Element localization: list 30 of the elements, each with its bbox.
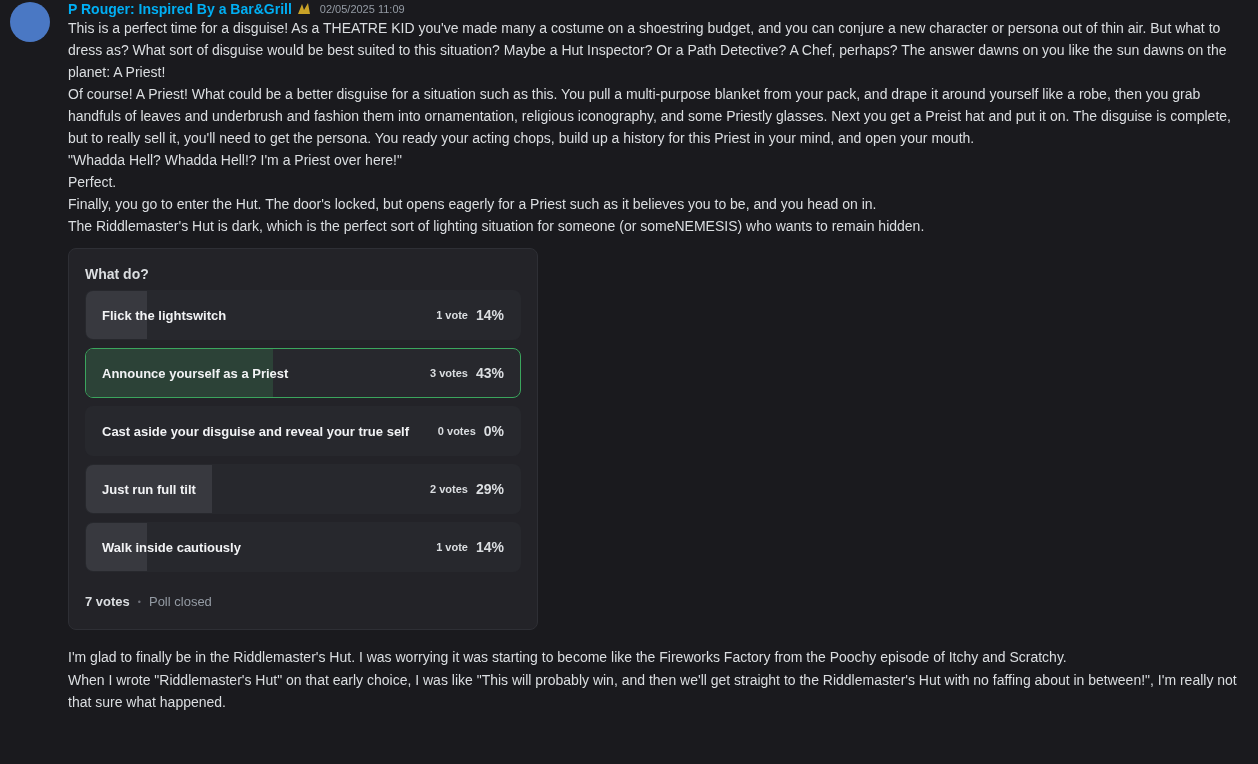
message-text: Perfect.: [68, 173, 118, 192]
vote-percent: 14%: [475, 539, 504, 555]
author-name[interactable]: P Rouger: Inspired By a Bar&Grill: [68, 1, 292, 17]
message-text: Finally, you go to enter the Hut. The door's locked, but opens eagerly for a Priest such as it believes you to be, and you head on in.: [68, 195, 878, 214]
option-label: Announce yourself as a Priest: [102, 365, 290, 381]
separator-dot: •: [137, 596, 141, 607]
option-label: Flick the lightswitch: [102, 307, 228, 323]
poll-status: Poll closed: [148, 594, 212, 609]
vote-percent: 29%: [475, 481, 504, 497]
vote-count: 3 votes: [430, 367, 468, 379]
vote-count: 1 vote: [436, 309, 468, 321]
timestamp: 02/05/2025 11:09: [319, 3, 405, 15]
message-text: This is a perfect time for a disguise! As a THEATRE KID you've made many a costume on a shoestring budget, and you can conjure a new character or persona out of thin air. But what to dress as? What sort of disguise would be best suited to this situation? Maybe a Hut Inspector? Or a Path Detective? A Chef, perhaps? The answer dawns on you like the sun dawns on the planet: A Priest!: [68, 19, 1228, 82]
total-votes: 7 votes: [85, 594, 130, 609]
avatar[interactable]: [10, 2, 50, 42]
poll-question: What do?: [85, 266, 150, 282]
vote-count: 0 votes: [437, 425, 476, 437]
message-text: The Riddlemaster's Hut is dark, which is the perfect sort of lighting situation for someone (or someNEMESIS) who wants to remain hidden.: [68, 217, 926, 236]
vote-count: 2 votes: [430, 483, 468, 495]
vote-percent: 0%: [483, 423, 504, 439]
option-label: Just run full tilt: [102, 481, 197, 497]
option-label: Cast aside your disguise and reveal your true self: [102, 423, 411, 439]
vote-count: 1 vote: [436, 541, 468, 553]
message-text: Of course! A Priest! What could be a better disguise for a situation such as this. You pull a multi-purpose blanket from your pack, and drape it around yourself like a robe, then you grab handfuls of leaves and underbrush and fashion them into ornamentation, religious iconography, and some Priestly glasses. Next you get a Preist hat and put it on. The disguise is complete, but to really sell it, you'll need to get the persona. You ready your acting chops, build up a history for this Priest in your mind, and open your mouth.: [68, 85, 1232, 148]
message-text: When I wrote "Riddlemaster's Hut" on that early choice, I was like "This will probably win, and then we'll get straight to the Riddlemaster's Hut with no faffing about in between!", I'm really not that sure what happened.: [68, 671, 1238, 712]
vote-percent: 43%: [475, 365, 504, 381]
vote-percent: 14%: [475, 307, 504, 323]
message-text: I'm glad to finally be in the Riddlemaster's Hut. I was worrying it was starting to become like the Fireworks Factory from the Poochy episode of Itchy and Scratchy.: [68, 648, 1068, 667]
message-text: "Whadda Hell? Whadda Hell!? I'm a Priest over here!": [68, 151, 403, 170]
option-label: Walk inside cautiously: [102, 539, 242, 555]
